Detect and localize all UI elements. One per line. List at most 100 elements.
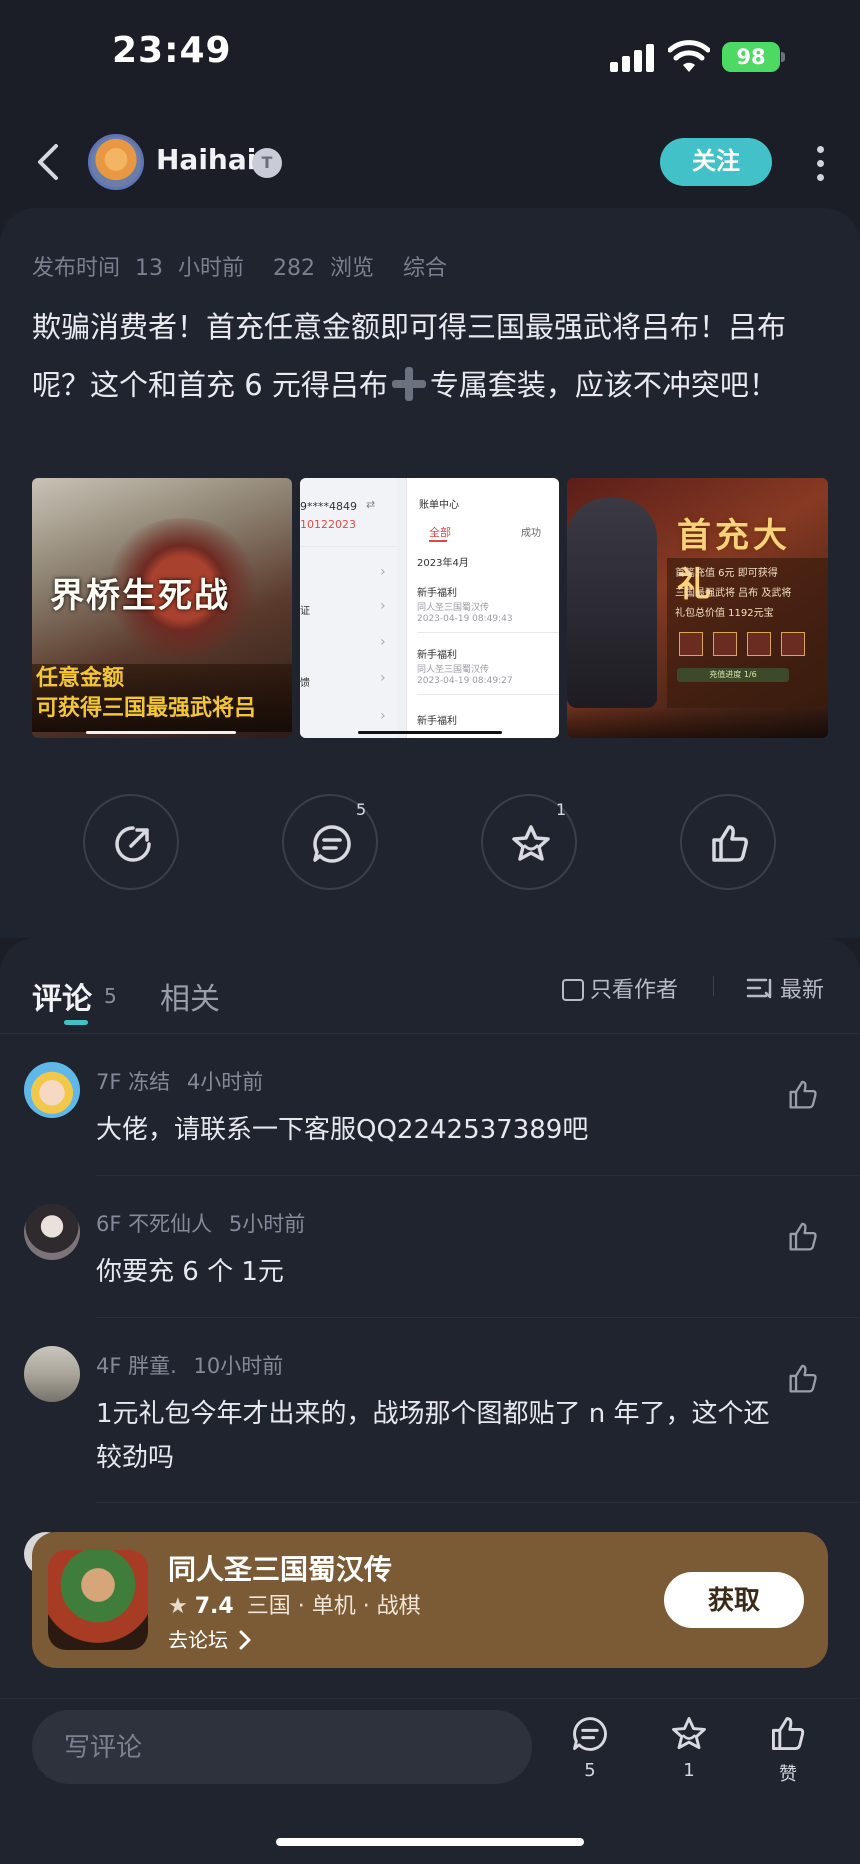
active-tab-indicator (64, 1020, 88, 1025)
image-3-line-1: 首笔充值 6元 即可获得 (675, 568, 778, 579)
comment-like-icon[interactable] (786, 1078, 820, 1112)
comment-time: 5小时前 (228, 1212, 306, 1236)
game-icon[interactable] (48, 1550, 148, 1650)
bill-record-1-time: 2023-04-19 08:49:43 (417, 614, 513, 624)
post-image-1[interactable]: 界桥生死战 任意金额 可获得三国最强武将吕 (32, 478, 292, 738)
bill-record-1-name: 新手福利 (417, 588, 457, 599)
bill-account-mask: 9****4849 (300, 500, 357, 513)
image-3-line-3: 礼包总价值 1192元宝 (675, 608, 774, 619)
comment-divider (96, 1317, 860, 1318)
bill-record-2-name: 新手福利 (417, 650, 457, 661)
follow-button[interactable]: 关注 (660, 138, 772, 186)
star-icon (512, 825, 550, 861)
bill-tab-all: 全部 (429, 526, 451, 539)
thumbs-up-icon[interactable] (768, 1714, 808, 1754)
like-action-button[interactable] (680, 794, 776, 890)
post-category: 综合 (402, 256, 447, 281)
comment-floor: 6F (96, 1212, 122, 1236)
bottom-favorite-count: 1 (683, 1760, 695, 1781)
comment-user[interactable]: 冻结 (128, 1070, 170, 1094)
comment-text: 大佬，请联系一下客服QQ2242537389吧 (96, 1115, 589, 1145)
more-options-icon[interactable] (812, 146, 828, 181)
game-title[interactable]: 同人圣三国蜀汉传 (168, 1548, 392, 1588)
battery-tip (781, 52, 785, 62)
bill-title: 账单中心 (419, 500, 459, 511)
post-meta: 发布时间 13 小时前 282 浏览 综合 (32, 250, 461, 282)
author-only-toggle[interactable]: 只看作者 (562, 972, 678, 1004)
battery-indicator: 98 (722, 42, 780, 72)
comment-divider (96, 1175, 860, 1176)
comment-meta: 4F 胖童. 10小时前 (96, 1350, 283, 1380)
bottom-like-label: 赞 (779, 1764, 797, 1785)
sort-latest-button[interactable]: 最新 (746, 972, 824, 1004)
game-rating: ★ 7.4 三国 · 单机 · 战棋 (168, 1588, 421, 1620)
sort-icon (746, 978, 772, 999)
bill-record-2-game: 同人圣三国蜀汉传 (417, 665, 490, 675)
divider-vertical (713, 976, 714, 996)
write-comment-input[interactable]: 写评论 (32, 1710, 532, 1784)
bill-left-item-1: 证 (300, 606, 310, 617)
game-tags: 三国 · 单机 · 战棋 (246, 1594, 421, 1619)
checkbox-icon (562, 979, 584, 1001)
tab-comments[interactable]: 评论 (32, 974, 92, 1018)
author-only-label: 只看作者 (590, 978, 679, 1003)
comment-avatar[interactable] (24, 1204, 80, 1260)
chevron-right-icon: › (380, 708, 386, 724)
comment-icon[interactable] (570, 1714, 610, 1754)
comment-user[interactable]: 不死仙人 (128, 1212, 212, 1236)
post-image-3[interactable]: 首充大礼 首笔充值 6元 即可获得 三国最强武将 吕布 及武将 礼包总价值 11… (567, 478, 828, 738)
comment-time: 4小时前 (186, 1070, 264, 1094)
bill-tab-success: 成功 (521, 528, 541, 539)
get-game-button[interactable]: 获取 (664, 1572, 804, 1628)
game-score: 7.4 (194, 1594, 234, 1619)
comment-avatar[interactable] (24, 1062, 80, 1118)
level-badge: T (252, 148, 282, 178)
image-1-title: 界桥生死战 (50, 576, 230, 616)
image-1-gold-text-2: 可获得三国最强武将吕 (36, 696, 257, 721)
wifi-icon (668, 40, 710, 72)
post-body-text-2: 专属套装，应该不冲突吧！ (429, 368, 778, 402)
chevron-right-icon (239, 1630, 251, 1650)
comment-divider (96, 1502, 860, 1503)
comment-icon (313, 825, 351, 863)
chevron-right-icon: › (380, 598, 386, 614)
forum-link-label: 去论坛 (168, 1628, 228, 1652)
go-to-forum-link[interactable]: 去论坛 (168, 1624, 252, 1653)
tab-comments-count: 5 (104, 984, 117, 1008)
image-3-progress: 充值进度 1/6 (677, 668, 789, 682)
star-icon[interactable] (669, 1714, 709, 1754)
comment-count: 5 (356, 800, 367, 819)
post-image-2[interactable]: 9****4849 10122023 ⇄ › 证 › › 馈 › › 账单中心 … (300, 478, 559, 738)
comment-text: 你要充 6 个 1元 (96, 1257, 284, 1287)
comment-meta: 6F 不死仙人 5小时前 (96, 1208, 305, 1238)
image-1-gold-text-1: 任意金额 (36, 666, 125, 691)
image-3-line-2: 三国最强武将 吕布 及武将 (675, 588, 792, 599)
comment-avatar[interactable] (24, 1346, 80, 1402)
comment-floor: 7F (96, 1070, 122, 1094)
bill-month: 2023年4月 (417, 558, 469, 569)
home-indicator (276, 1838, 584, 1846)
comment-like-icon[interactable] (786, 1220, 820, 1254)
bill-left-item-2: 馈 (300, 678, 310, 689)
swap-icon: ⇄ (366, 498, 376, 511)
status-time: 23:49 (112, 30, 232, 71)
author-name[interactable]: Haihai (156, 143, 256, 176)
share-button[interactable] (83, 794, 179, 890)
favorite-count: 1 (556, 800, 567, 819)
bill-record-3-name: 新手福利 (417, 716, 457, 727)
sort-label: 最新 (780, 978, 825, 1003)
thumbs-up-icon (712, 825, 748, 862)
author-avatar[interactable] (88, 134, 144, 190)
comment-text: 1元礼包今年才出来的，战场那个图都贴了 n 年了，这个还较劲吗 (96, 1399, 770, 1473)
tab-related[interactable]: 相关 (160, 974, 220, 1018)
plus-emoji-icon (391, 367, 426, 401)
post-time: 发布时间 13 小时前 (32, 256, 244, 281)
post-views: 282 浏览 (272, 256, 374, 281)
post-body: 欺骗消费者！首充任意金额即可得三国最强武将吕布！吕布呢？这个和首充 6 元得吕布… (32, 298, 832, 414)
comment-like-icon[interactable] (786, 1362, 820, 1396)
comment-user[interactable]: 胖童. (128, 1354, 177, 1378)
back-arrow-icon[interactable] (30, 140, 70, 184)
bill-account-id: 10122023 (300, 518, 356, 531)
chevron-right-icon: › (380, 670, 386, 686)
divider (0, 1033, 860, 1034)
